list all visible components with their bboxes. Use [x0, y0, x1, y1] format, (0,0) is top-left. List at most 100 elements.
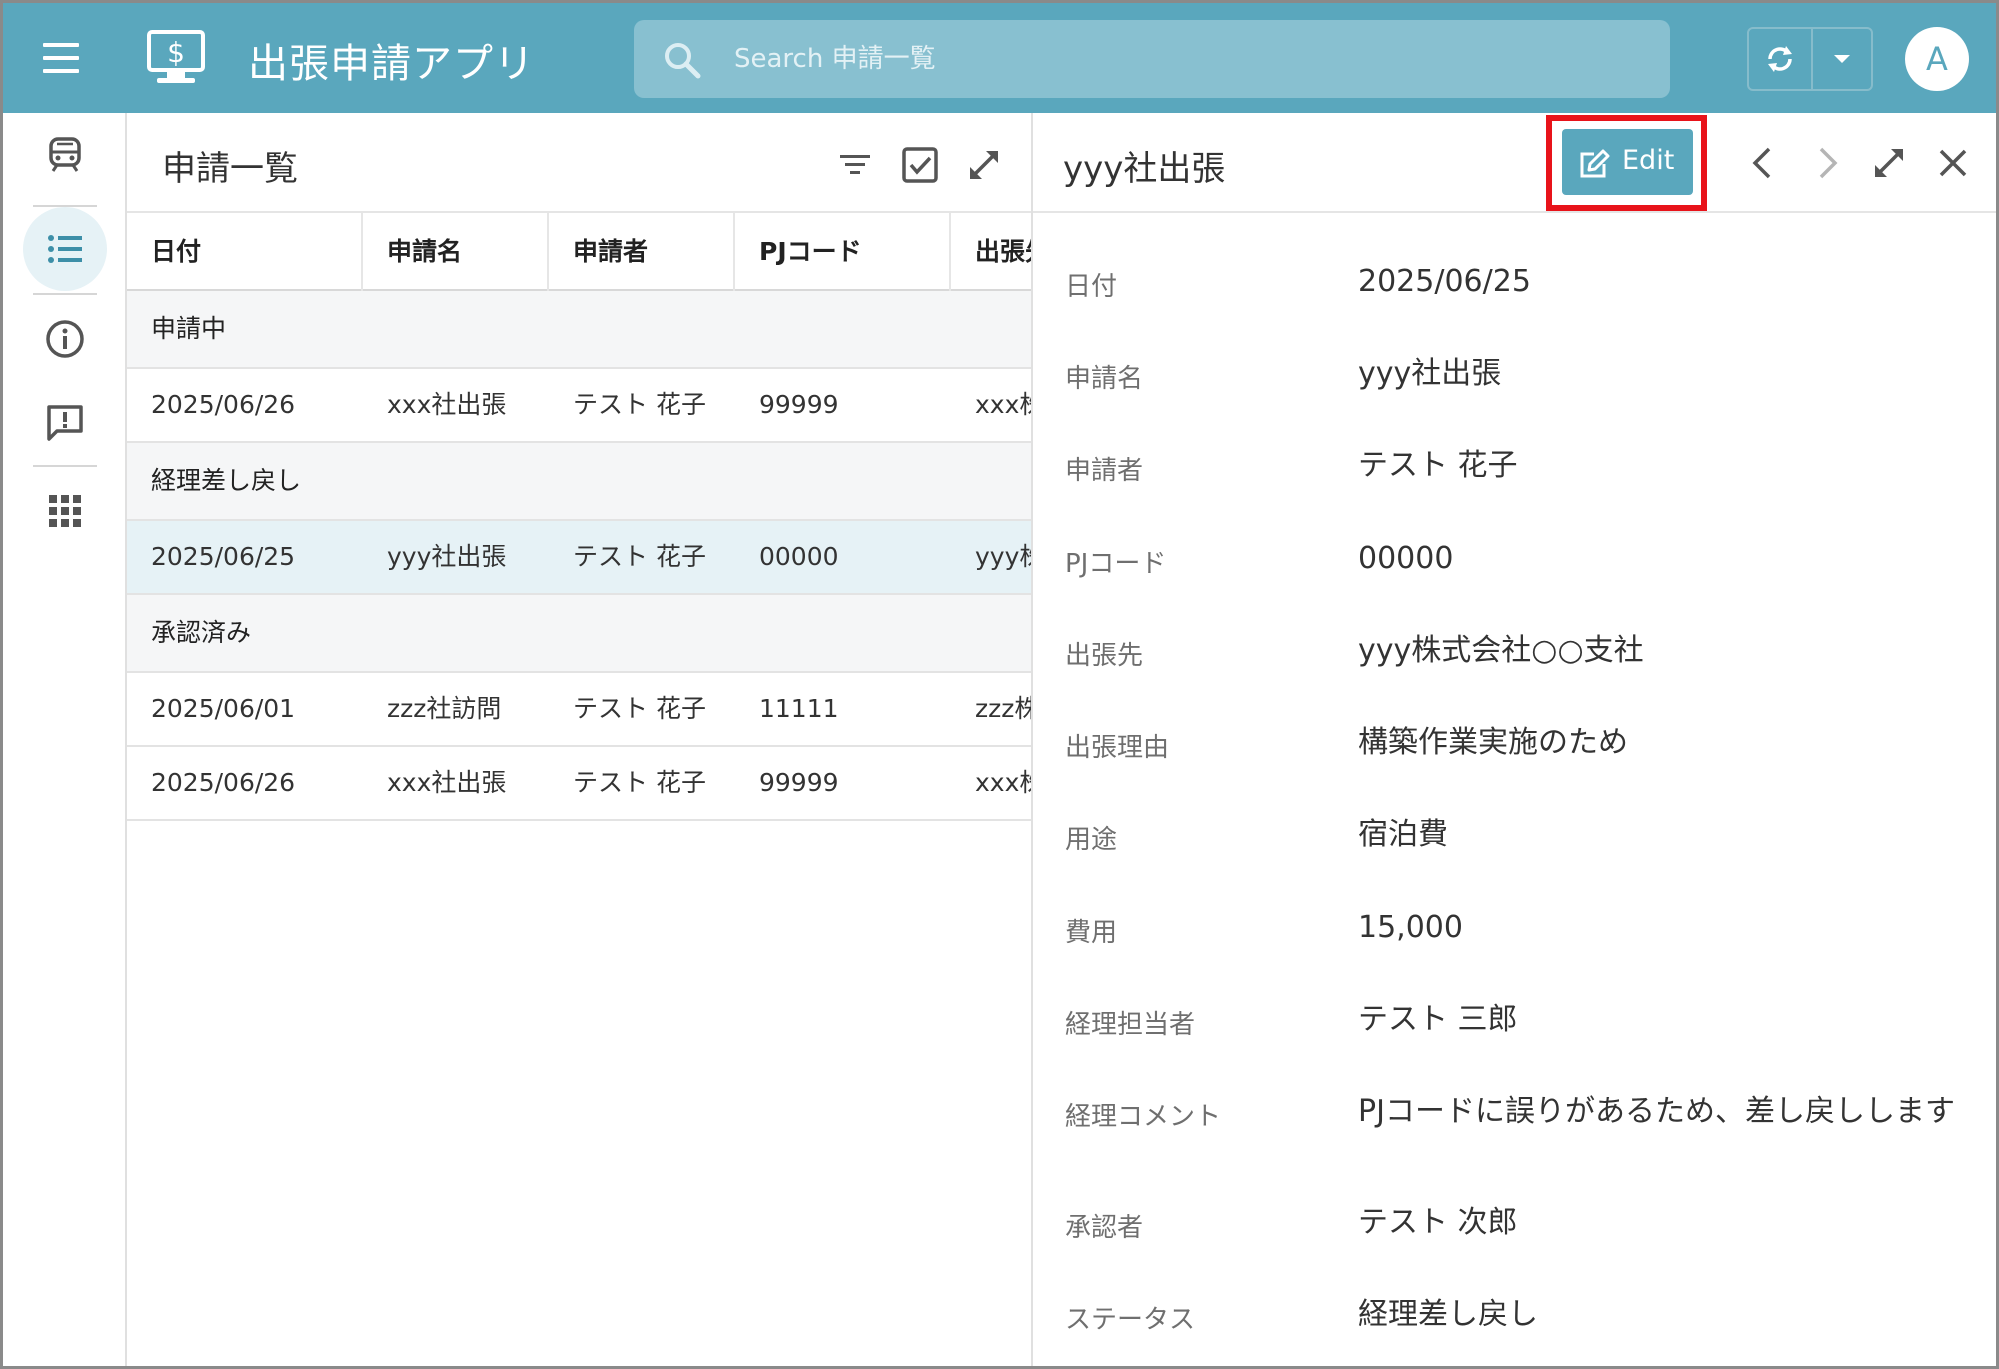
field-value-reason: 構築作業実施のため — [1358, 725, 1628, 760]
sync-icon — [1768, 46, 1792, 72]
table-header: 日付 申請名 申請者 PJコード 出張先 — [127, 213, 1031, 291]
feedback-icon — [47, 405, 83, 441]
expand-icon[interactable] — [964, 145, 1004, 185]
column-header-pj-code[interactable]: PJコード — [735, 213, 951, 291]
group-header[interactable]: 承認済み — [127, 595, 1031, 673]
rail-item-list[interactable] — [23, 207, 107, 291]
table-row[interactable]: 2025/06/26 xxx社出張 テスト 花子 99999 xxx株 — [127, 369, 1031, 443]
sync-button-group — [1747, 27, 1873, 91]
edit-label: Edit — [1622, 145, 1675, 176]
table-row-selected[interactable]: 2025/06/25 yyy社出張 テスト 花子 00000 yyy株 — [127, 521, 1031, 595]
field-label-applicant: 申請者 — [1065, 456, 1144, 486]
edit-button[interactable]: Edit — [1562, 129, 1693, 195]
column-header-name[interactable]: 申請名 — [363, 213, 549, 291]
edit-icon — [1580, 149, 1610, 178]
search-input[interactable] — [734, 34, 1634, 84]
field-value-status: 経理差し戻し — [1358, 1297, 1538, 1332]
cell-destination: xxx株 — [975, 390, 1031, 419]
train-icon — [49, 137, 81, 172]
field-label-name: 申請名 — [1065, 364, 1144, 394]
avatar[interactable]: A — [1905, 27, 1969, 91]
cell-applicant: テスト 花子 — [573, 694, 706, 723]
field-label-approver: 承認者 — [1065, 1213, 1144, 1243]
cell-destination: yyy株 — [975, 542, 1031, 571]
field-value-approver: テスト 次郎 — [1358, 1205, 1518, 1240]
sync-button[interactable] — [1749, 29, 1813, 89]
field-label-cost: 費用 — [1065, 918, 1118, 948]
cell-pj-code: 99999 — [759, 768, 839, 797]
cell-destination: xxx株 — [975, 768, 1031, 797]
rail-divider — [33, 293, 97, 295]
field-value-accounting-comment: PJコードに誤りがあるため、差し戻しします — [1358, 1094, 1955, 1129]
cell-pj-code: 00000 — [759, 542, 839, 571]
cell-applicant: テスト 花子 — [573, 768, 706, 797]
cell-date: 2025/06/01 — [151, 694, 296, 723]
search-icon — [665, 43, 701, 79]
field-label-destination: 出張先 — [1065, 641, 1144, 671]
search-box[interactable] — [634, 20, 1670, 98]
rail-item-feedback[interactable] — [23, 381, 107, 465]
field-value-cost: 15,000 — [1358, 910, 1463, 945]
svg-text:$: $ — [167, 36, 185, 69]
field-value-date: 2025/06/25 — [1358, 264, 1531, 299]
table-row[interactable]: 2025/06/01 zzz社訪問 テスト 花子 11111 zzz株 — [127, 673, 1033, 747]
expand-icon[interactable] — [1869, 143, 1909, 183]
cell-name: zzz社訪問 — [387, 694, 502, 723]
rail-item-info[interactable] — [23, 297, 107, 381]
field-value-applicant: テスト 花子 — [1358, 448, 1518, 483]
field-value-destination: yyy株式会社○○支社 — [1358, 633, 1644, 668]
cell-date: 2025/06/26 — [151, 390, 296, 419]
app-title: 出張申請アプリ — [248, 41, 535, 87]
list-panel: 申請一覧 日付 申請名 申請者 PJコード 出張先 申請中 — [127, 113, 1033, 1366]
menu-icon[interactable] — [39, 37, 87, 79]
field-label-accounting-comment: 経理コメント — [1065, 1102, 1222, 1132]
field-label-pj-code: PJコード — [1065, 549, 1167, 579]
app-window: $ 出張申請アプリ Search 申請一覧 A 申請一覧 日付 申請名 申請者 … — [0, 0, 1999, 1369]
cell-date: 2025/06/25 — [151, 542, 296, 571]
navigation-rail — [3, 113, 127, 1366]
rail-item-train[interactable] — [23, 113, 107, 197]
cell-pj-code: 11111 — [759, 694, 839, 723]
select-checkbox-icon[interactable] — [900, 145, 940, 185]
detail-panel: yyy社出張 Edit 日付 2025/06/25 申請名 yyy社出張 申請者… — [1033, 113, 1996, 1366]
top-app-bar: $ 出張申請アプリ Search 申請一覧 A — [3, 3, 1996, 113]
detail-header: yyy社出張 Edit — [1033, 113, 1996, 213]
chevron-right-icon[interactable] — [1807, 143, 1847, 183]
dollar-monitor-icon: $ — [147, 30, 205, 83]
rail-divider — [33, 465, 97, 467]
filter-icon[interactable] — [835, 145, 875, 185]
list-header: 申請一覧 — [127, 113, 1031, 213]
field-label-reason: 出張理由 — [1065, 733, 1170, 763]
field-value-accountant: テスト 三郎 — [1358, 1002, 1518, 1037]
cell-pj-code: 99999 — [759, 390, 839, 419]
field-value-purpose: 宿泊費 — [1358, 817, 1448, 852]
cell-name: yyy社出張 — [387, 542, 507, 571]
column-header-destination[interactable]: 出張先 — [951, 213, 1031, 291]
field-label-date: 日付 — [1065, 272, 1118, 302]
table-row[interactable]: 2025/06/26 xxx社出張 テスト 花子 99999 xxx株 — [127, 747, 1031, 821]
cell-date: 2025/06/26 — [151, 768, 296, 797]
group-header[interactable]: 経理差し戻し — [127, 443, 1031, 521]
cell-destination: zzz株 — [975, 694, 1033, 723]
close-icon[interactable] — [1933, 143, 1973, 183]
cell-applicant: テスト 花子 — [573, 542, 706, 571]
cell-name: xxx社出張 — [387, 768, 507, 797]
detail-title: yyy社出張 — [1063, 149, 1226, 189]
column-header-date[interactable]: 日付 — [127, 213, 363, 291]
rail-item-apps[interactable] — [23, 469, 107, 553]
apps-grid-icon — [49, 495, 81, 527]
field-value-name: yyy社出張 — [1358, 356, 1502, 391]
field-value-pj-code: 00000 — [1358, 541, 1454, 576]
list-icon — [48, 235, 82, 263]
field-label-purpose: 用途 — [1065, 825, 1118, 855]
info-icon — [46, 320, 84, 358]
caret-down-icon — [1834, 55, 1850, 63]
field-label-status: ステータス — [1065, 1305, 1196, 1335]
column-header-applicant[interactable]: 申請者 — [549, 213, 735, 291]
chevron-left-icon[interactable] — [1743, 143, 1783, 183]
list-title: 申請一覧 — [162, 149, 298, 189]
group-header[interactable]: 申請中 — [127, 291, 1031, 369]
cell-name: xxx社出張 — [387, 390, 507, 419]
cell-applicant: テスト 花子 — [573, 390, 706, 419]
sync-dropdown-button[interactable] — [1813, 29, 1871, 89]
